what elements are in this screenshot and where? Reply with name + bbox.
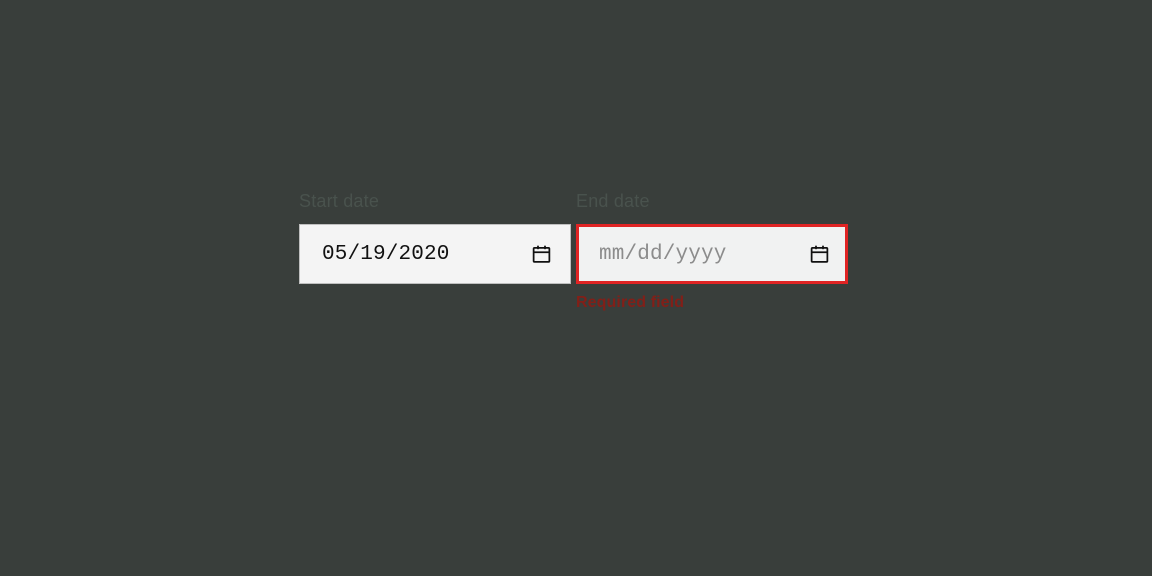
start-date-value: 05/19/2020 <box>322 243 450 266</box>
start-date-field: Start date 05/19/2020 <box>299 191 571 284</box>
calendar-icon[interactable] <box>809 244 830 265</box>
end-date-placeholder: mm/dd/yyyy <box>599 243 727 266</box>
calendar-icon[interactable] <box>531 244 552 265</box>
end-date-label: End date <box>576 191 848 212</box>
start-date-input[interactable]: 05/19/2020 <box>299 224 571 284</box>
end-date-input[interactable]: mm/dd/yyyy <box>576 224 848 284</box>
end-date-field: End date mm/dd/yyyy Required field <box>576 191 848 312</box>
end-date-error-message: Required field <box>576 294 848 312</box>
start-date-label: Start date <box>299 191 571 212</box>
